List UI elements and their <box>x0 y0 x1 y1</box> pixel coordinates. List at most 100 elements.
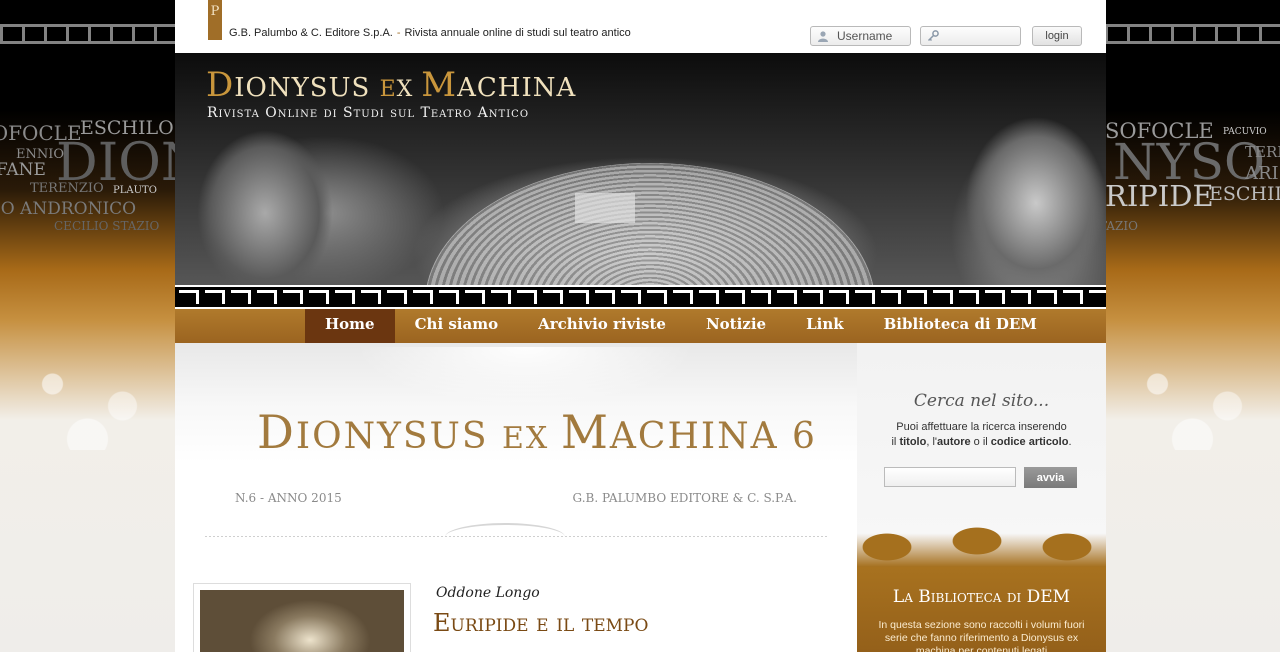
greek-key-segment <box>959 290 979 304</box>
nav-link[interactable]: Link <box>786 309 864 343</box>
search-text-part: , l' <box>926 436 937 448</box>
user-icon <box>818 31 828 42</box>
library-description: In questa sezione sono raccolti i volumi… <box>878 619 1085 652</box>
publisher-logo[interactable]: P <box>208 0 222 40</box>
nav-home[interactable]: Home <box>305 309 395 343</box>
title-part: ionysus <box>234 73 380 103</box>
theater-stage-graphic <box>575 193 635 223</box>
greek-key-segment <box>1063 290 1083 304</box>
floral-ornament-left <box>0 340 175 450</box>
issue-title-letter: M <box>560 405 610 459</box>
greek-key-segment <box>257 290 277 304</box>
floral-ornament-right <box>1105 340 1280 450</box>
greek-key-segment <box>673 290 693 304</box>
login-button[interactable]: login <box>1032 26 1082 46</box>
greek-key-segment <box>803 290 823 304</box>
greek-key-segment <box>829 290 849 304</box>
issue-title-letter: D <box>257 405 296 459</box>
title-letter: D <box>206 65 235 105</box>
logo-letter: P <box>210 4 220 19</box>
publisher-line: G.B. Palumbo & C. Editore S.p.A. - Rivista… <box>229 27 631 39</box>
greek-key-segment <box>569 290 589 304</box>
greek-key-segment <box>465 290 485 304</box>
title-letter: M <box>421 65 458 105</box>
greek-key-segment <box>751 290 771 304</box>
greek-key-segment <box>855 290 875 304</box>
top-bar: P G.B. Palumbo & C. Editore S.p.A. - Rivis… <box>175 0 1106 53</box>
article-image <box>200 590 404 652</box>
greek-key-segment <box>517 290 537 304</box>
side-word: Fane <box>0 160 46 180</box>
site-title[interactable]: Dionysus Ex Machina <box>206 65 576 105</box>
search-instructions: Puoi affettuare la ricerca inserendo il … <box>857 420 1106 450</box>
greek-key-segment <box>699 290 719 304</box>
greek-key-segment <box>985 290 1005 304</box>
greek-key-segment <box>907 290 927 304</box>
search-submit-button[interactable]: avvia <box>1024 467 1077 488</box>
greek-key-segment <box>725 290 745 304</box>
greek-key-segment <box>621 290 641 304</box>
issue-title[interactable]: Dionysus Ex Machina 6 <box>257 405 817 459</box>
issue-title-part: x <box>525 421 561 456</box>
greek-key-segment <box>387 290 407 304</box>
side-word: ripide <box>1105 179 1214 213</box>
site-subtitle: Rivista Online di Studi sul Teatro Antic… <box>207 105 530 121</box>
issue-title-part: achina 6 <box>609 416 817 457</box>
side-word: Plauto <box>113 185 157 196</box>
theater-mask-right <box>926 93 1106 303</box>
greek-key-band-right <box>1105 24 1280 44</box>
article-thumbnail[interactable] <box>193 583 411 652</box>
main-column: Dionysus Ex Machina 6 N.6 - ANNO 2015 G.… <box>175 343 857 652</box>
library-box: La Biblioteca di DEM In questa sezione s… <box>857 567 1106 652</box>
main-nav: Home Chi siamo Archivio riviste Notizie … <box>175 309 1106 343</box>
side-word: Teren <box>1245 143 1280 161</box>
greek-key-segment <box>647 290 667 304</box>
publisher-separator: - <box>396 27 401 39</box>
greek-key-segment <box>933 290 953 304</box>
side-word: io Andronico <box>0 199 137 219</box>
publisher-tagline: Rivista annuale online di studi sul teat… <box>404 27 631 39</box>
login-form: login <box>810 26 1082 46</box>
username-field-wrapper <box>810 26 911 46</box>
greek-key-segment <box>1011 290 1031 304</box>
password-field-wrapper <box>920 26 1021 46</box>
search-text-part: . <box>1068 436 1072 448</box>
search-text-autore: autore <box>936 436 971 448</box>
greek-key-segment <box>413 290 433 304</box>
nav-notizie[interactable]: Notizie <box>686 309 786 343</box>
side-word: Cecilio Stazio <box>54 219 160 233</box>
divider-ornament <box>445 523 565 551</box>
library-title[interactable]: La Biblioteca di DEM <box>857 587 1106 607</box>
side-word: tazio <box>1105 219 1138 233</box>
search-input[interactable] <box>884 467 1016 487</box>
greek-key-segment <box>205 290 225 304</box>
sidebar: Cerca nel sito... Puoi affettuare la ric… <box>857 343 1106 652</box>
greek-key-segment <box>283 290 303 304</box>
greek-key-border <box>175 285 1106 309</box>
greek-key-segment <box>491 290 511 304</box>
side-names-right: Sofocle Pacuvio Nyso Teren Aris ripide E… <box>1105 115 1280 245</box>
nav-archivio-riviste[interactable]: Archivio riviste <box>518 309 686 343</box>
library-ornament <box>857 511 1106 567</box>
greek-key-band-left <box>0 24 175 44</box>
issue-publisher: G.B. PALUMBO EDITORE & C. S.P.A. <box>572 491 797 505</box>
floral-ornament-top <box>355 347 695 407</box>
side-word: Terenzio <box>30 181 104 196</box>
search-form: avvia <box>884 467 1077 488</box>
key-icon <box>927 30 939 42</box>
greek-key-segment <box>543 290 563 304</box>
greek-key-segment <box>361 290 381 304</box>
greek-key-segment <box>595 290 615 304</box>
greek-key-segment <box>335 290 355 304</box>
publisher-name: G.B. Palumbo & C. Editore S.p.A. <box>229 27 393 39</box>
title-part: x <box>396 77 422 102</box>
nav-biblioteca-di-dem[interactable]: Biblioteca di DEM <box>864 309 1057 343</box>
statue-face-left <box>175 113 375 309</box>
nav-chi-siamo[interactable]: Chi siamo <box>395 309 519 343</box>
article-title[interactable]: Euripide e il tempo <box>433 609 648 637</box>
side-names-left: Eschilo Sofocle Ennio Dion Fane Terenzio… <box>0 115 175 245</box>
greek-key-segment <box>881 290 901 304</box>
greek-key-segment <box>309 290 329 304</box>
content-area: Dionysus Ex Machina 6 N.6 - ANNO 2015 G.… <box>175 343 1106 652</box>
article-author[interactable]: Oddone Longo <box>436 585 540 601</box>
